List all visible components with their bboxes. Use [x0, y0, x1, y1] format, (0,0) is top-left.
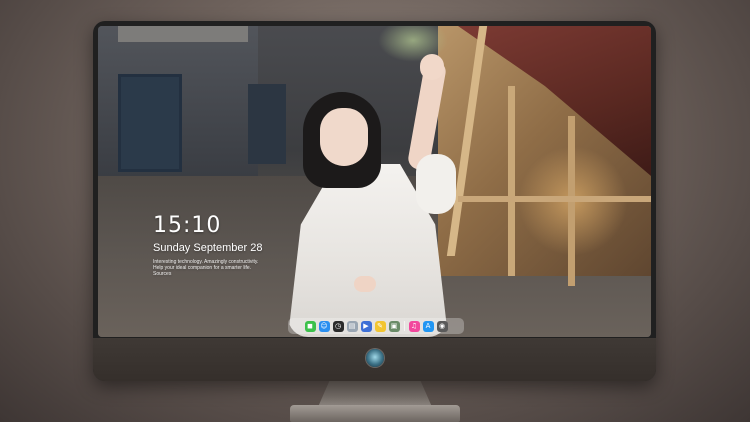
lockscreen-clock: 15:10 Sunday September 28 Interesting te… [153, 213, 265, 278]
dock-separator [403, 321, 405, 331]
desktop-screen[interactable]: 15:10 Sunday September 28 Interesting te… [98, 26, 651, 337]
clapper-icon[interactable]: ▶ [360, 320, 372, 332]
music-icon[interactable]: ♫ [408, 320, 420, 332]
clock-tagline: Interesting technology. Amazingly constr… [153, 259, 259, 277]
background-scene: 15:10 Sunday September 28 Interesting te… [0, 0, 750, 422]
clock-date: Sunday September 28 [153, 242, 263, 254]
wallpaper-window [118, 74, 182, 172]
clock-icon[interactable]: ◷ [332, 320, 344, 332]
wallpaper-roof-left [118, 26, 248, 42]
wallpaper-door [248, 84, 286, 164]
wallpaper-person-hand [420, 54, 444, 80]
preview-icon[interactable]: ▤ [346, 320, 358, 332]
monitor-stand-base [290, 405, 460, 422]
brand-logo-icon [366, 349, 384, 367]
wallpaper-beam [508, 86, 515, 276]
app-store-icon[interactable]: A [422, 320, 434, 332]
wallpaper-person-sleeve [416, 154, 456, 214]
clock-time: 15:10 [153, 213, 222, 238]
notes-icon[interactable]: ✎ [374, 320, 386, 332]
camera-icon[interactable]: ◉ [436, 320, 448, 332]
messages-icon[interactable]: ◼ [304, 320, 316, 332]
wallpaper-rail [458, 196, 651, 202]
finder-icon[interactable]: ☺ [318, 320, 330, 332]
dock: ◼ ☺ ◷ ▤ ▶ ✎ ▣ ♫ A ◉ [288, 318, 464, 334]
wallpaper-person-lower-hand [354, 276, 376, 292]
monitor-stand-neck [318, 381, 432, 407]
wallpaper-person-face [320, 108, 368, 166]
image-capture-icon[interactable]: ▣ [388, 320, 400, 332]
